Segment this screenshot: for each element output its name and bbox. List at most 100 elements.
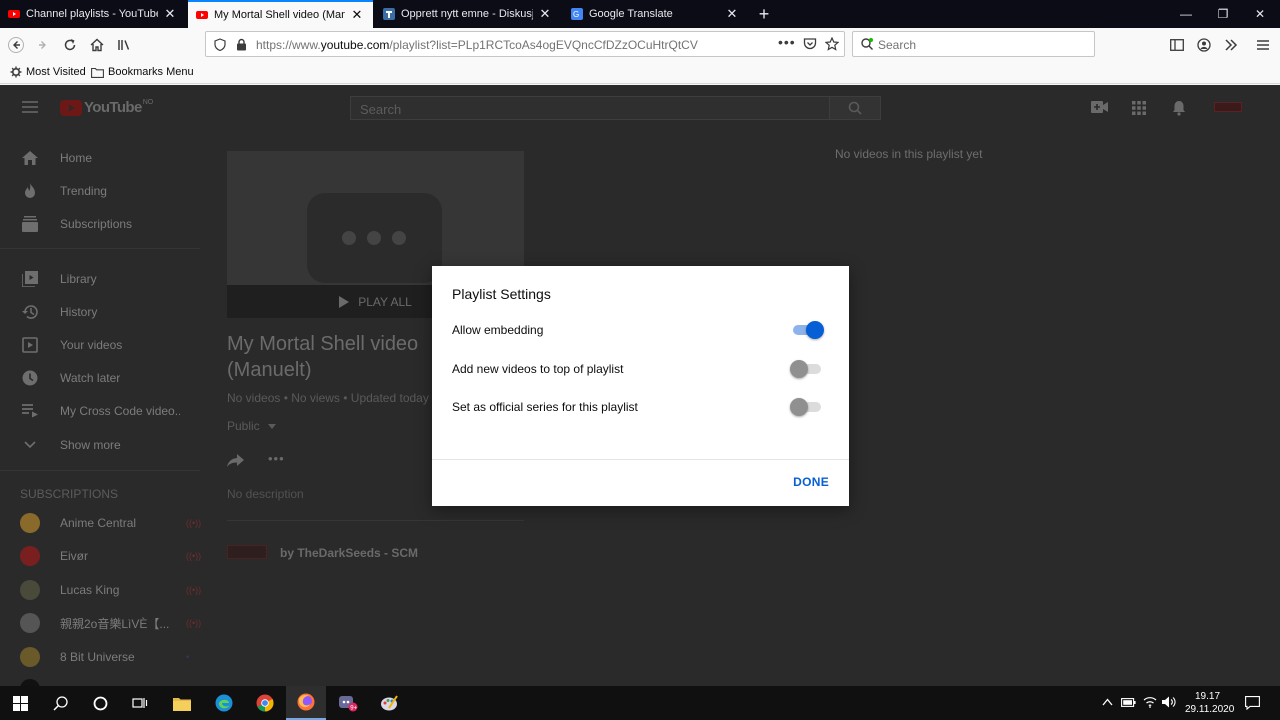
subscription-item[interactable]: Anime Central ((•)) <box>20 513 201 533</box>
hamburger-icon[interactable] <box>22 101 38 113</box>
sidebar-icon <box>1170 39 1184 51</box>
empty-playlist-icon <box>307 193 442 283</box>
wifi-icon[interactable] <box>1143 696 1157 708</box>
tab-channel-playlists[interactable]: Channel playlists - YouTube Stu ✕ <box>0 0 186 28</box>
privacy-dropdown[interactable]: Public <box>227 419 276 433</box>
hamburger-menu-button[interactable] <box>1251 33 1275 57</box>
library-icon <box>118 40 130 50</box>
clock-icon <box>20 368 40 388</box>
task-view-icon <box>132 698 148 708</box>
sidebar-item-home[interactable]: Home <box>20 148 180 168</box>
sidebar-item-your-videos[interactable]: Your videos <box>20 335 180 355</box>
volume-icon[interactable] <box>1162 696 1177 708</box>
close-tab-icon[interactable]: ✕ <box>537 6 553 22</box>
cortana-button[interactable] <box>80 686 120 720</box>
sidebar-item-trending[interactable]: Trending <box>20 181 180 201</box>
chevron-up-icon[interactable] <box>1102 698 1113 706</box>
library-icon <box>20 269 40 289</box>
shield-icon[interactable] <box>214 38 226 51</box>
youtube-search-button[interactable] <box>829 96 881 120</box>
playlist-title: My Mortal Shell video (Manuelt) <box>227 333 419 381</box>
avatar[interactable] <box>1214 102 1242 112</box>
overflow-menu-button[interactable] <box>1219 33 1243 57</box>
sidebar-item-show-more[interactable]: Show more <box>20 435 180 455</box>
sidebar-item-history[interactable]: History <box>20 302 180 322</box>
subscription-item[interactable]: Eivør ((•)) <box>20 546 201 566</box>
edge-button[interactable] <box>204 686 244 720</box>
live-icon: ((•)) <box>186 618 202 628</box>
paint-button[interactable] <box>369 686 409 720</box>
forward-button[interactable] <box>31 33 55 57</box>
allow-embedding-toggle[interactable] <box>793 321 824 339</box>
chrome-button[interactable] <box>245 686 285 720</box>
home-icon <box>20 148 40 168</box>
page-actions-icon[interactable]: ••• <box>778 34 796 50</box>
playlist-owner[interactable]: by TheDarkSeeds - SCM <box>280 546 418 560</box>
start-button[interactable] <box>0 686 40 720</box>
tab-opprett-nytt-emne[interactable]: Opprett nytt emne - Diskusjon ✕ <box>375 0 561 28</box>
subscription-item[interactable]: 親親2o音樂LìVÈ【... ((•)) <box>20 613 202 633</box>
browser-search-input[interactable]: Search <box>852 31 1095 57</box>
official-series-toggle[interactable] <box>790 398 821 416</box>
create-video-icon[interactable] <box>1091 101 1108 113</box>
url-bar[interactable]: https://www.youtube.com/playlist?list=PL… <box>205 31 845 57</box>
file-explorer-button[interactable] <box>162 686 202 720</box>
pocket-icon[interactable] <box>803 37 817 51</box>
firefox-button[interactable] <box>286 686 326 720</box>
bell-icon[interactable] <box>1172 100 1186 116</box>
done-button[interactable]: DONE <box>793 472 829 492</box>
task-view-button[interactable] <box>120 686 160 720</box>
search-icon <box>848 101 862 115</box>
close-tab-icon[interactable]: ✕ <box>349 7 365 23</box>
account-button[interactable] <box>1192 33 1216 57</box>
taskbar-search-button[interactable] <box>40 686 80 720</box>
discord-icon: 9+ <box>339 696 358 712</box>
sidebar-toggle-button[interactable] <box>1165 33 1189 57</box>
notifications-icon[interactable] <box>1245 696 1260 710</box>
sidebar-item-subscriptions[interactable]: Subscriptions <box>20 214 180 234</box>
lock-icon[interactable] <box>236 38 247 51</box>
battery-icon[interactable] <box>1121 698 1136 707</box>
close-tab-icon[interactable]: ✕ <box>162 6 178 22</box>
youtube-logo[interactable]: YouTube NO <box>60 99 153 116</box>
tab-google-translate[interactable]: G Google Translate ✕ <box>563 0 748 28</box>
chevron-down-icon <box>20 435 40 455</box>
apps-grid-icon[interactable] <box>1132 101 1146 115</box>
video-icon <box>20 335 40 355</box>
new-tab-button[interactable]: + <box>750 0 778 28</box>
more-actions-icon[interactable]: ••• <box>268 451 285 466</box>
channel-avatar[interactable] <box>227 545 267 559</box>
sidebar-item-watch-later[interactable]: Watch later <box>20 368 180 388</box>
clock[interactable]: 19.17 29.11.2020 <box>1185 690 1234 716</box>
subscription-item[interactable] <box>20 679 200 686</box>
subscription-item[interactable]: 8 Bit Universe • <box>20 647 200 667</box>
youtube-header: YouTube NO Search <box>0 85 1280 131</box>
nav-toolbar: https://www.youtube.com/playlist?list=PL… <box>0 28 1280 62</box>
add-to-top-toggle[interactable] <box>790 360 821 378</box>
firefox-icon <box>297 693 315 711</box>
folder-icon <box>91 67 104 78</box>
avatar <box>20 613 40 633</box>
back-button[interactable] <box>4 33 28 57</box>
sidebar-divider <box>0 248 200 249</box>
youtube-search-input[interactable]: Search <box>350 96 830 120</box>
star-icon[interactable] <box>825 37 839 51</box>
close-tab-icon[interactable]: ✕ <box>724 6 740 22</box>
sidebar-item-cross-code-playlist[interactable]: My Cross Code video... <box>20 401 180 421</box>
chevron-double-right-icon <box>1225 39 1238 51</box>
share-icon[interactable] <box>227 454 244 467</box>
home-button[interactable] <box>85 33 109 57</box>
gear-icon <box>10 66 22 78</box>
minimize-button[interactable]: — <box>1166 0 1206 28</box>
maximize-button[interactable]: ❐ <box>1203 0 1243 28</box>
window-close-button[interactable]: ✕ <box>1240 0 1280 28</box>
reload-button[interactable] <box>58 33 82 57</box>
url-text: https://www.youtube.com/playlist?list=PL… <box>256 38 698 52</box>
bookmark-most-visited[interactable]: Most Visited <box>10 66 86 78</box>
tab-mortal-shell[interactable]: My Mortal Shell video (Manuelt ✕ <box>188 0 373 28</box>
sidebar-item-library[interactable]: Library <box>20 269 180 289</box>
library-button[interactable] <box>112 33 136 57</box>
discord-button[interactable]: 9+ <box>328 686 368 720</box>
subscription-item[interactable]: Lucas King ((•)) <box>20 580 201 600</box>
bookmark-bookmarks-menu[interactable]: Bookmarks Menu <box>91 66 194 78</box>
